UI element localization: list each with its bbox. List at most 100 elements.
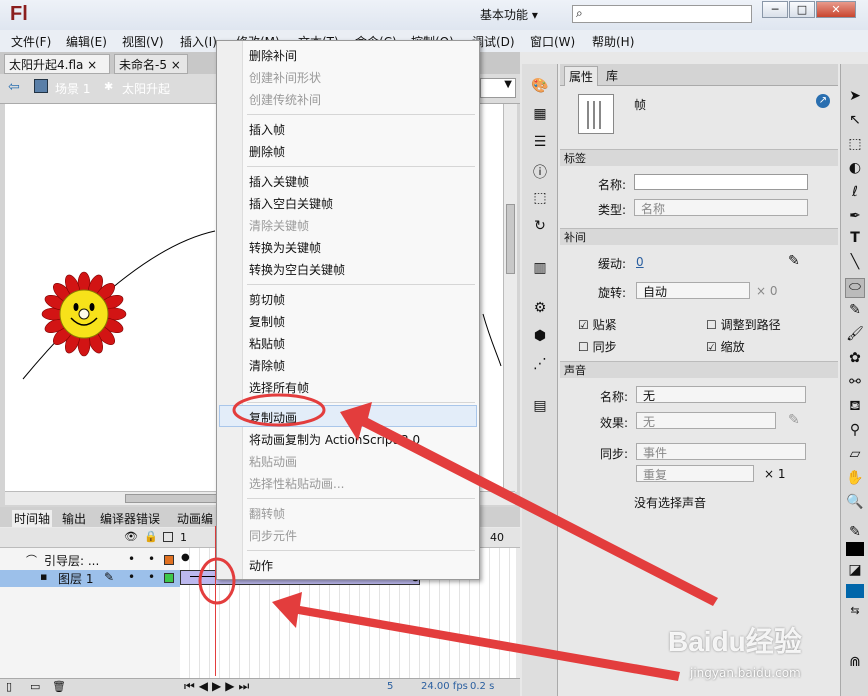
text-tool-icon[interactable]: T xyxy=(845,230,865,250)
edit-ease-icon[interactable]: ✎ xyxy=(788,253,800,269)
edit-effect-icon[interactable]: ✎ xyxy=(788,412,800,428)
free-transform-tool-icon[interactable]: ⬚ xyxy=(845,136,865,156)
layer-lock-dot[interactable]: • xyxy=(148,552,155,566)
tab-library[interactable]: 库 xyxy=(606,67,618,84)
effect-select[interactable]: 无 xyxy=(636,412,776,429)
menu-item-insert-blank-keyframe[interactable]: 插入空白关键帧 xyxy=(249,195,333,213)
lasso-tool-icon[interactable]: ℓ xyxy=(845,184,865,204)
info-icon[interactable]: ⓘ xyxy=(530,162,550,182)
playback-controls[interactable]: ⏮◀▶▶⏭ xyxy=(184,679,253,694)
brush-tool-icon[interactable]: 🖌 xyxy=(845,326,865,346)
delete-layer-icon[interactable]: 🗑 xyxy=(52,680,66,693)
section-label[interactable]: 标签 xyxy=(560,149,838,166)
tab-motion-editor[interactable]: 动画编 xyxy=(177,510,213,527)
menu-item-clear-frames[interactable]: 清除帧 xyxy=(249,357,285,375)
repeat-times[interactable]: × 1 xyxy=(764,467,786,481)
transform-icon[interactable]: ⬚ xyxy=(530,190,550,210)
zoom-dropdown[interactable]: ▼ xyxy=(480,78,516,98)
menu-item-copy-motion-as-as3[interactable]: 将动画复制为 ActionScript 3.0 xyxy=(249,431,420,449)
menu-item-paste-motion-special[interactable]: 选择性粘贴动画... xyxy=(249,475,344,493)
eye-icon[interactable]: 👁 xyxy=(124,530,138,543)
layer-color-swatch[interactable] xyxy=(164,555,174,565)
layer-lock-dot[interactable]: • xyxy=(148,570,155,584)
tab-timeline[interactable]: 时间轴 xyxy=(12,510,53,527)
menu-item-copy-frames[interactable]: 复制帧 xyxy=(249,313,285,331)
workspace-switcher[interactable]: 基本功能 ▾ xyxy=(480,6,538,23)
menu-item-insert-keyframe[interactable]: 插入关键帧 xyxy=(249,173,309,191)
pencil-tool-icon[interactable]: ✎ xyxy=(845,302,865,322)
menu-view[interactable]: 视图(V) xyxy=(122,33,164,50)
snap-checkbox[interactable]: ☑ 贴紧 xyxy=(578,316,617,333)
eyedropper-tool-icon[interactable]: ⚲ xyxy=(845,422,865,442)
deco-tool-icon[interactable]: ✿ xyxy=(845,350,865,370)
menu-item-create-classic-tween[interactable]: 创建传统补间 xyxy=(249,91,321,109)
layer-visible-dot[interactable]: • xyxy=(128,570,135,584)
menu-item-convert-to-blank-keyframe[interactable]: 转换为空白关键帧 xyxy=(249,261,345,279)
menu-item-select-all-frames[interactable]: 选择所有帧 xyxy=(249,379,309,397)
zoom-tool-icon[interactable]: 🔍 xyxy=(845,494,865,514)
menu-item-paste-frames[interactable]: 粘贴帧 xyxy=(249,335,285,353)
layer-row-1[interactable]: ▪ 图层 1 ✎ • • xyxy=(0,570,180,587)
eraser-tool-icon[interactable]: ▱ xyxy=(845,446,865,466)
scale-checkbox[interactable]: ☑ 缩放 xyxy=(706,338,745,355)
section-sound[interactable]: 声音 xyxy=(560,361,838,378)
color-panel-icon[interactable]: 🎨 xyxy=(530,78,550,98)
menu-item-insert-frame[interactable]: 插入帧 xyxy=(249,121,285,139)
pen-tool-icon[interactable]: ✒ xyxy=(845,208,865,228)
menu-item-reverse-frames[interactable]: 翻转帧 xyxy=(249,505,285,523)
menu-file[interactable]: 文件(F) xyxy=(11,33,51,50)
frame-name-input[interactable] xyxy=(634,174,808,190)
breadcrumb-symbol[interactable]: 太阳升起 xyxy=(122,80,170,97)
menu-item-cut-frames[interactable]: 剪切帧 xyxy=(249,291,285,309)
stroke-color-icon[interactable]: ✎ xyxy=(845,524,865,544)
subselection-tool-icon[interactable]: ↖ xyxy=(845,112,865,132)
menu-item-remove-tween[interactable]: 删除补间 xyxy=(249,47,297,65)
rotate-times[interactable]: × 0 xyxy=(756,284,778,298)
stage-vertical-scrollbar[interactable] xyxy=(503,104,517,492)
oval-tool-icon[interactable]: ⬭ xyxy=(845,278,865,298)
fill-color-icon[interactable]: ◪ xyxy=(845,562,865,582)
history-icon[interactable]: ↻ xyxy=(530,218,550,238)
search-input[interactable]: ⌕ xyxy=(572,5,752,23)
frame-rate[interactable]: 24.00 fps xyxy=(421,681,468,692)
menu-window[interactable]: 窗口(W) xyxy=(530,33,575,50)
layer-color-swatch[interactable] xyxy=(164,573,174,583)
swatches-icon[interactable]: ▦ xyxy=(530,106,550,126)
paint-bucket-tool-icon[interactable]: ⛾ xyxy=(845,398,865,418)
menu-item-convert-to-keyframe[interactable]: 转换为关键帧 xyxy=(249,239,321,257)
new-folder-icon[interactable]: ▭ xyxy=(30,680,40,693)
tab-document-1[interactable]: 太阳升起4.fla × xyxy=(4,54,110,74)
orient-to-path-checkbox[interactable]: ☐ 调整到路径 xyxy=(706,316,781,333)
menu-item-copy-motion[interactable]: 复制动画 xyxy=(249,409,297,427)
tab-compiler-errors[interactable]: 编译器错误 xyxy=(100,510,160,527)
selection-tool-icon[interactable]: ➤ xyxy=(845,88,865,108)
hand-tool-icon[interactable]: ✋ xyxy=(845,470,865,490)
new-layer-icon[interactable]: ▯ xyxy=(6,680,12,693)
snap-magnet-icon[interactable]: ⋒ xyxy=(845,654,865,674)
ease-value[interactable]: 0 xyxy=(636,255,644,269)
menu-item-delete-frame[interactable]: 删除帧 xyxy=(249,143,285,161)
menu-item-clear-keyframe[interactable]: 清除关键帧 xyxy=(249,217,309,235)
menu-insert[interactable]: 插入(I) xyxy=(180,33,217,50)
current-frame[interactable]: 5 xyxy=(387,681,393,692)
back-arrow-icon[interactable]: ⇦ xyxy=(8,79,20,95)
3d-rotation-tool-icon[interactable]: ◐ xyxy=(845,160,865,180)
library-icon[interactable]: ▥ xyxy=(530,260,550,280)
menu-edit[interactable]: 编辑(E) xyxy=(66,33,107,50)
section-tween[interactable]: 补间 xyxy=(560,228,838,245)
bone-tool-icon[interactable]: ⚯ xyxy=(845,374,865,394)
motion-presets-icon[interactable]: ⋰ xyxy=(530,356,550,376)
keyframe-dot[interactable]: ● xyxy=(181,552,190,563)
help-icon[interactable]: ↗ xyxy=(816,94,830,108)
line-tool-icon[interactable]: ╲ xyxy=(845,254,865,274)
tab-properties[interactable]: 属性 xyxy=(564,66,599,86)
align-icon[interactable]: ☰ xyxy=(530,134,550,154)
tab-output[interactable]: 输出 xyxy=(62,510,86,527)
label-type-select[interactable]: 名称 xyxy=(634,199,808,216)
repeat-select[interactable]: 重复 xyxy=(636,465,754,482)
menu-item-actions[interactable]: 动作 xyxy=(249,557,273,575)
rotate-select[interactable]: 自动 xyxy=(636,282,750,299)
layer-visible-dot[interactable]: • xyxy=(128,552,135,566)
breadcrumb-scene[interactable]: 场景 1 xyxy=(55,80,90,97)
tab-document-2[interactable]: 未命名-5 × xyxy=(114,54,188,74)
